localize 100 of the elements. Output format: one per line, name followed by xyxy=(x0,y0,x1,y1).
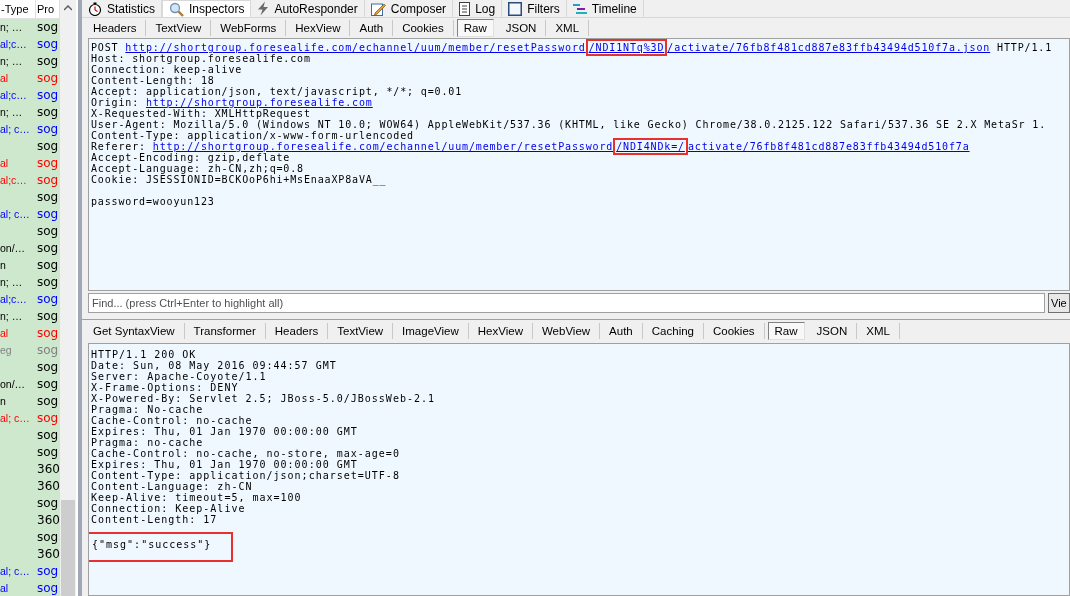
request-text-area[interactable] xyxy=(88,38,1070,291)
session-row[interactable]: al; c… sog xyxy=(0,121,60,138)
tab[interactable]: Caching xyxy=(642,323,704,339)
session-row[interactable]: 360 xyxy=(0,512,60,529)
find-field[interactable]: Find... (press Ctrl+Enter to highlight all) xyxy=(88,293,1045,313)
scrollbar[interactable] xyxy=(60,0,76,596)
tab[interactable]: Transformer xyxy=(184,323,266,339)
session-row[interactable]: n; … sog xyxy=(0,19,60,36)
session-row[interactable]: on/… sog xyxy=(0,376,60,393)
session-row[interactable]: sog xyxy=(0,359,60,376)
header-line: Expires: Thu, 01 Jan 1970 00:00:00 GMT xyxy=(91,426,358,437)
session-row[interactable]: al; c… sog xyxy=(0,563,60,580)
tab[interactable]: Headers xyxy=(84,20,147,36)
document-icon xyxy=(459,1,471,16)
link[interactable]: http://shortgroup.foresealife.com/echannel/uum/member/resetPassword xyxy=(125,42,586,53)
tab[interactable]: TextView xyxy=(328,323,394,339)
tab[interactable]: Raw xyxy=(456,19,494,37)
scrollbar-thumb[interactable] xyxy=(61,500,75,596)
tab[interactable]: Raw xyxy=(767,322,805,340)
table-cell: n xyxy=(0,395,6,407)
table-cell: n xyxy=(0,259,6,271)
table-cell: sog xyxy=(37,394,59,408)
text: Referer: xyxy=(91,141,146,152)
table-cell: sog xyxy=(37,139,59,153)
session-row[interactable]: 360 xyxy=(0,461,60,478)
header-line: Pragma: no-cache xyxy=(91,437,204,448)
session-row[interactable]: sog xyxy=(0,427,60,444)
table-cell: sog xyxy=(37,292,59,306)
session-row[interactable]: n; … sog xyxy=(0,274,60,291)
table-cell: sog xyxy=(37,224,59,238)
session-row[interactable]: sog xyxy=(0,138,60,155)
tab[interactable]: XML xyxy=(857,323,900,339)
tab[interactable]: Get SyntaxView xyxy=(84,323,185,339)
column-header[interactable]: -Type xyxy=(0,0,36,18)
session-row[interactable]: on/… sog xyxy=(0,240,60,257)
tab[interactable]: JSON xyxy=(807,323,858,339)
tab[interactable]: Headers xyxy=(265,323,329,339)
tab[interactable]: Auth xyxy=(600,323,643,339)
header-line: Server: Apache-Coyote/1.1 xyxy=(91,371,267,382)
view-button[interactable]: Vie xyxy=(1048,293,1070,313)
session-row[interactable]: n; … sog xyxy=(0,104,60,121)
session-row[interactable]: 360 xyxy=(0,546,60,563)
session-row[interactable]: al;c… sog xyxy=(0,291,60,308)
tab[interactable]: Cookies xyxy=(393,20,454,36)
tab[interactable]: Cookies xyxy=(704,323,765,339)
session-row[interactable]: n; … sog xyxy=(0,53,60,70)
table-cell: al;c… xyxy=(0,293,27,305)
session-row[interactable]: sog xyxy=(0,529,60,546)
response-text-area[interactable] xyxy=(88,343,1070,596)
session-row[interactable]: sog xyxy=(0,444,60,461)
header-line: Content-Type: application/json;charset=UTF-8 xyxy=(91,470,400,481)
session-row[interactable]: sog xyxy=(0,495,60,512)
session-row[interactable]: al;c… sog xyxy=(0,36,60,53)
tab[interactable]: ImageView xyxy=(393,323,469,339)
tab[interactable]: XML xyxy=(546,20,590,36)
link[interactable]: activate/76fb8f481cd887e83ffb43494d510f7a xyxy=(687,141,970,152)
session-row[interactable]: al; c… sog xyxy=(0,206,60,223)
session-row[interactable]: n; … sog xyxy=(0,308,60,325)
scroll-up-icon[interactable] xyxy=(64,5,72,11)
table-cell: sog xyxy=(37,173,59,187)
session-row[interactable]: 360 xyxy=(0,478,60,495)
table-cell: sog xyxy=(37,241,59,255)
magnifier-icon xyxy=(169,1,184,17)
session-row[interactable]: sog xyxy=(0,223,60,240)
table-cell: sog xyxy=(37,105,59,119)
session-row[interactable]: al;c… sog xyxy=(0,87,60,104)
table-cell: sog xyxy=(37,445,59,459)
text: HTTP/1.1 xyxy=(996,42,1053,53)
table-cell: al xyxy=(0,327,9,339)
tab[interactable]: JSON xyxy=(496,20,547,36)
table-cell: n; … xyxy=(0,55,23,67)
table-cell: sog xyxy=(37,156,59,170)
table-cell: eg xyxy=(0,344,12,356)
tab[interactable]: HexView xyxy=(286,20,351,36)
table-cell: sog xyxy=(37,360,59,374)
link[interactable]: /activate/76fb8f481cd887e83ffb43494d510f7a.json xyxy=(667,42,991,53)
header-line: Content-Length: 18 xyxy=(91,75,215,86)
session-row[interactable]: n sog xyxy=(0,393,60,410)
tab[interactable]: Inspectors xyxy=(162,0,252,17)
table-cell: sog xyxy=(37,88,59,102)
tab[interactable]: WebForms xyxy=(211,20,287,36)
link[interactable]: /NDI1NTq%3D xyxy=(588,42,665,53)
session-row[interactable]: sog xyxy=(0,189,60,206)
tab[interactable]: Auth xyxy=(350,20,394,36)
tab[interactable]: HexView xyxy=(468,323,533,339)
tab[interactable]: TextView xyxy=(146,20,212,36)
table-cell: sog xyxy=(37,122,59,136)
session-row[interactable]: n sog xyxy=(0,257,60,274)
link[interactable]: /NDI4NDk=/ xyxy=(616,141,685,152)
table-cell: sog xyxy=(37,411,59,425)
text: Origin: xyxy=(91,97,140,108)
notepad-pencil-icon xyxy=(370,1,386,16)
header-line: Keep-Alive: timeout=5, max=100 xyxy=(91,492,302,503)
table-cell: sog xyxy=(37,190,59,204)
link[interactable]: http://shortgroup.foresealife.com xyxy=(145,97,373,108)
header-line: X-Frame-Options: DENY xyxy=(91,382,239,393)
header-line: Cache-Control: no-cache, no-store, max-age=0 xyxy=(91,448,400,459)
link[interactable]: http://shortgroup.foresealife.com/echannel/uum/member/resetPassword xyxy=(152,141,614,152)
session-row[interactable]: al sog xyxy=(0,580,60,596)
tab[interactable]: WebView xyxy=(532,323,601,339)
